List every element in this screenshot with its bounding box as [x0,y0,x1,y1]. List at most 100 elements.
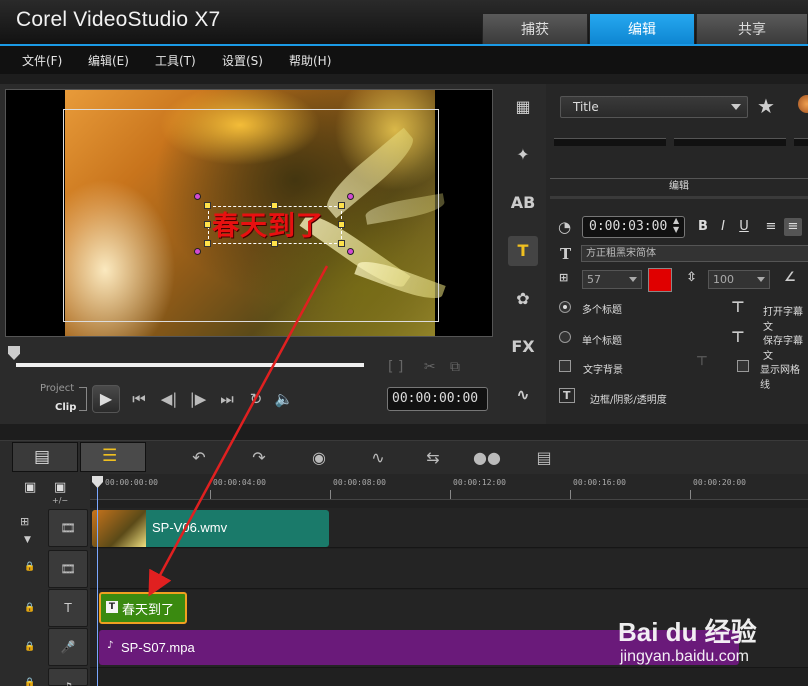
show-all-tracks-icon[interactable]: ▣ [24,480,36,495]
open-title-file-label[interactable]: 打开字幕文 [763,303,808,333]
rotate-handle[interactable] [194,248,201,255]
gallery-dropdown-value: Title [573,100,599,114]
previous-frame-button[interactable]: ◀| [157,387,181,411]
stepper-icon[interactable]: ▲ ▼ [673,216,679,234]
border-shadow-icon[interactable]: T [559,388,575,403]
save-title-file-icon[interactable]: ⊤ [731,328,745,346]
redo-icon[interactable]: ↷ [247,447,271,469]
overlay-track[interactable] [90,549,808,589]
tab-share[interactable]: 共享 [696,13,808,45]
filter-icon[interactable]: FX [508,332,538,362]
preview-title-text[interactable]: 春天到了 [212,204,342,243]
timeline-view-button[interactable]: ☰ [80,442,146,472]
background-settings-icon[interactable]: ⊤ [696,354,708,369]
subtitle-editor-icon[interactable]: ▤ [532,447,556,469]
next-frame-button[interactable]: |▶ [186,387,210,411]
italic-button[interactable]: I [714,218,732,236]
path-icon[interactable]: ∿ [508,380,538,410]
storyboard-view-button[interactable]: ▤ [12,442,78,472]
video-clip[interactable]: SP-V06.wmv [92,510,329,547]
lock-icon[interactable]: 🔒 [24,642,35,652]
resize-handle[interactable] [338,202,345,209]
track-manager-icon[interactable]: ▣ [54,480,66,495]
scrubber-thumb[interactable] [8,346,20,360]
volume-button[interactable]: 🔈 [272,387,296,411]
trim-marks-text[interactable]: [ ] [388,359,403,375]
tab-capture[interactable]: 捕获 [482,13,588,45]
lock-icon[interactable]: 🔒 [24,562,35,572]
preview-timecode[interactable]: 00:00:00:00 [387,387,488,411]
record-capture-icon[interactable]: ◉ [307,447,331,469]
enlarge-icon[interactable]: ⧉ [450,359,460,375]
media-icon[interactable]: ▦ [508,92,538,122]
menu-help[interactable]: 帮助(H) [289,52,331,69]
instant-project-icon[interactable]: ✦ [508,140,538,170]
menu-edit[interactable]: 编辑(E) [88,52,129,69]
lock-icon[interactable]: 🔒 [24,603,35,613]
single-title-radio[interactable] [559,331,571,343]
undo-icon[interactable]: ↶ [187,447,211,469]
scrubber-track[interactable] [16,363,364,367]
rotate-handle[interactable] [347,193,354,200]
project-mode-label[interactable]: Project [40,383,74,394]
auto-music-icon[interactable]: ⇆ [421,447,445,469]
add-favorite-icon[interactable]: ★ [757,94,775,118]
resize-handle[interactable] [271,240,278,247]
bold-button[interactable]: B [694,218,712,236]
underline-button[interactable]: U [735,218,753,236]
duration-field[interactable]: 0:00:03:00 [582,216,685,238]
video-track-header[interactable]: 🎞 [48,509,88,547]
text-background-checkbox[interactable] [559,360,571,372]
playhead-line[interactable] [97,476,98,686]
title-icon[interactable]: T [508,236,538,266]
resize-handle[interactable] [204,240,211,247]
cut-icon[interactable]: ✂ [424,359,436,375]
resize-handle[interactable] [338,221,345,228]
play-button[interactable]: ▶ [92,385,120,413]
gallery-dropdown[interactable]: Title [560,96,748,118]
end-button[interactable]: ⏭ [215,387,239,411]
home-button[interactable]: ⏮ [127,387,151,411]
multi-title-radio[interactable] [559,301,571,313]
resize-handle[interactable] [271,202,278,209]
align-left-icon[interactable]: ≡ [762,218,780,236]
title-clip[interactable]: T 春天到了 [99,592,187,624]
menu-file[interactable]: 文件(F) [22,52,62,69]
resize-handle[interactable] [204,202,211,209]
music-track-header[interactable]: ♫ [48,668,88,686]
lock-icon[interactable]: 🔒 [24,678,35,686]
resize-handle[interactable] [204,221,211,228]
overlay-track-header[interactable]: 🎞 [48,550,88,588]
sound-mixer-icon[interactable]: ∿ [366,447,390,469]
show-grid-checkbox[interactable] [737,360,749,372]
font-size-icon: ⊞ [559,271,569,284]
border-shadow-label[interactable]: 边框/阴影/透明度 [590,391,667,406]
save-title-file-label[interactable]: 保存字幕文 [763,332,808,362]
rotate-handle[interactable] [194,193,201,200]
tab-edit[interactable]: 编辑 [589,13,695,45]
align-center-icon[interactable]: ≡ [784,218,802,236]
trim-markers[interactable]: [ ] ✂ ⧉ [388,359,460,375]
options-edit-tab[interactable]: 编辑 [550,178,808,198]
rotate-handle[interactable] [347,248,354,255]
resize-handle[interactable] [338,240,345,247]
watermark-url: jingyan.baidu.com [620,648,749,665]
preview-screen[interactable]: 春天到了 [5,89,493,337]
open-title-file-icon[interactable]: ⊤ [731,298,745,316]
graphic-icon[interactable]: ✿ [508,284,538,314]
menu-settings[interactable]: 设置(S) [222,52,263,69]
font-size-dropdown[interactable]: 57 [582,270,642,289]
clip-mode-label[interactable]: Clip [55,402,76,413]
font-field[interactable]: 方正粗黑宋简体 [581,245,808,262]
repeat-button[interactable]: ↻ [244,387,268,411]
line-spacing-dropdown[interactable]: 100 [708,270,770,289]
menu-tools[interactable]: 工具(T) [155,52,196,69]
zoom-controls-icon[interactable]: +/− [52,496,68,505]
motion-tracking-icon[interactable]: ●● [473,447,501,469]
title-track-header[interactable]: T [48,589,88,627]
ripple-edit-icon[interactable]: ⊞ [20,515,29,528]
voice-track-header[interactable]: 🎤 [48,628,88,666]
text-color-swatch[interactable] [648,268,672,292]
transition-icon[interactable]: AB [508,188,538,218]
expand-chevron-icon[interactable]: ▼ [24,535,31,545]
